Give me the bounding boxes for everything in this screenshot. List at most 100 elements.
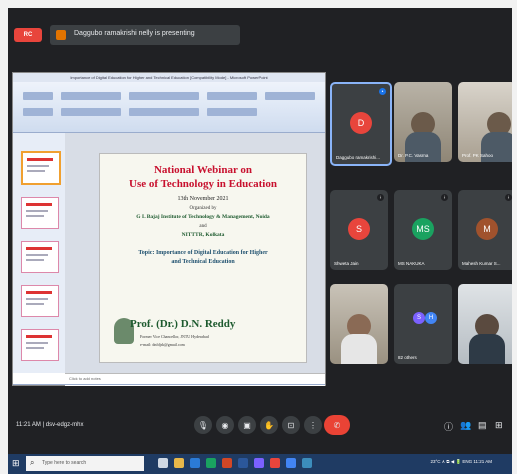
app-icon[interactable] <box>286 458 296 468</box>
mic-muted-icon: ⟊ <box>441 194 448 201</box>
ribbon-group <box>23 108 53 116</box>
thumb-line <box>27 170 45 172</box>
ribbon-group <box>61 92 121 100</box>
slide-thumbnail[interactable] <box>21 329 59 361</box>
presenting-icon <box>56 30 66 40</box>
participant-tile[interactable]: ⟊ S Shweta Jain <box>330 190 388 270</box>
participant-tile[interactable]: Prof. PK Sahoo <box>458 82 512 162</box>
participant-tile[interactable] <box>330 284 388 364</box>
slide-organized-by: Organized by <box>189 206 217 211</box>
participant-tile[interactable]: ⟊ MS MS NAKUKA <box>394 190 452 270</box>
participant-name: Mahesh Kumar S... <box>462 261 501 266</box>
ribbon-group <box>129 108 199 116</box>
present-button[interactable]: ⊡ <box>282 416 300 434</box>
participant-name: 82 others <box>398 355 417 360</box>
slide-topic-line1: Topic: Importance of Digital Education f… <box>138 250 268 256</box>
slide-speaker-role: Former Vice Chancellor, JNTU Hyderabad <box>140 334 209 339</box>
thumb-line <box>26 342 48 344</box>
participant-tile[interactable]: Dr. P.C. Vasrna <box>394 82 452 162</box>
mic-button[interactable]: 🎙 <box>194 416 212 434</box>
avatar: M <box>476 218 498 240</box>
task-view-icon[interactable] <box>158 458 168 468</box>
ribbon-group <box>129 92 199 100</box>
meet-window: RC Daggubo ramakrishi nelly is presentin… <box>8 8 512 454</box>
chat-icon[interactable]: ▤ <box>478 420 487 431</box>
thumb-line <box>26 259 44 261</box>
avatar: MS <box>412 218 434 240</box>
mic-muted-icon: ⟊ <box>505 194 512 201</box>
people-icon[interactable]: 👥 <box>460 420 471 431</box>
slide-thumbnail[interactable] <box>21 241 59 273</box>
avatar-secondary: H <box>425 312 437 324</box>
current-slide: National Webinar on Use of Technology in… <box>99 153 307 363</box>
search-placeholder: Type here to search <box>42 460 87 466</box>
slide-thumbnail[interactable] <box>21 151 61 185</box>
powerpoint-icon[interactable] <box>222 458 232 468</box>
info-icon[interactable]: ⓘ <box>444 420 453 433</box>
slide-title-line2: Use of Technology in Education <box>129 178 277 190</box>
participant-body <box>341 334 377 364</box>
thumb-line <box>26 215 44 217</box>
participant-tile[interactable]: S H 82 others <box>394 284 452 364</box>
powerpoint-title: Importance of Digital Education for High… <box>13 73 325 82</box>
ribbon-group <box>61 108 121 116</box>
end-call-button[interactable]: ✆ <box>324 415 350 435</box>
slide-topic-line2: and Technical Education <box>171 259 235 265</box>
slide-and: and <box>199 224 207 229</box>
word-icon[interactable] <box>238 458 248 468</box>
avatar: D <box>350 112 372 134</box>
slide-institute2: NITTTR, Kolkata <box>181 232 225 238</box>
thumb-line <box>27 165 49 167</box>
camera-button[interactable]: ◉ <box>216 416 234 434</box>
teams-icon[interactable] <box>254 458 264 468</box>
edge-icon[interactable] <box>190 458 200 468</box>
participant-tile[interactable]: • D Daggubo ramakrishi... <box>330 82 392 166</box>
shared-screen: Importance of Digital Education for High… <box>12 72 326 386</box>
slide-thumbnail[interactable] <box>21 197 59 229</box>
participant-tile[interactable]: ⟊ M Mahesh Kumar S... <box>458 190 512 270</box>
chrome-icon[interactable] <box>206 458 216 468</box>
app-icon[interactable] <box>270 458 280 468</box>
powerpoint-ribbon <box>13 82 325 133</box>
activities-icon[interactable]: ⊞ <box>495 420 503 431</box>
mic-muted-icon: ⟊ <box>377 194 384 201</box>
thumb-line <box>26 298 48 300</box>
participant-tile[interactable] <box>458 284 512 364</box>
participant-name: Daggubo ramakrishi... <box>336 155 381 160</box>
raise-hand-button[interactable]: ✋ <box>260 416 278 434</box>
avatar: S <box>348 218 370 240</box>
thumb-title <box>26 291 52 294</box>
thumb-title <box>27 158 53 161</box>
slide-date: 13th November 2021 <box>177 196 229 202</box>
avatar: S <box>413 312 425 324</box>
presenting-banner: Daggubo ramakrishi nelly is presenting <box>50 25 240 45</box>
thumb-line <box>26 210 48 212</box>
more-options-button[interactable]: ⋮ <box>304 416 322 434</box>
slide-title-line1: National Webinar on <box>153 164 252 176</box>
meet-logo: RC <box>14 28 42 42</box>
participant-body <box>469 334 505 364</box>
thumb-line <box>26 303 44 305</box>
taskbar-search-input[interactable]: ⌕ Type here to search <box>26 456 144 471</box>
ribbon-group <box>207 108 257 116</box>
participant-name: MS NAKUKA <box>398 261 425 266</box>
start-icon[interactable]: ⊞ <box>12 458 22 468</box>
notes-placeholder: Click to add notes <box>69 376 101 381</box>
powerpoint-status-bar <box>13 384 325 385</box>
windows-taskbar: ⊞ ⌕ Type here to search 23°C ∧ ⧉ ◀ 🔋 ENG… <box>8 454 512 474</box>
slide-institute1: G L Bajaj Institute of Technology & Mana… <box>136 214 270 220</box>
captions-button[interactable]: ▣ <box>238 416 256 434</box>
app-icon[interactable] <box>302 458 312 468</box>
thumb-title <box>26 247 52 250</box>
search-icon: ⌕ <box>30 458 35 467</box>
thumb-title <box>26 335 52 338</box>
participant-name: Shweta Jain <box>334 261 359 266</box>
participant-name: Prof. PK Sahoo <box>462 153 494 158</box>
slide-thumbnail[interactable] <box>21 285 59 317</box>
ribbon-group <box>23 92 53 100</box>
thumb-line <box>26 254 48 256</box>
system-tray[interactable]: 23°C ∧ ⧉ ◀ 🔋 ENG 11:21 AM <box>430 459 492 465</box>
file-explorer-icon[interactable] <box>174 458 184 468</box>
presenting-text: Daggubo ramakrishi nelly is presenting <box>74 30 195 37</box>
ribbon-group <box>265 92 315 100</box>
